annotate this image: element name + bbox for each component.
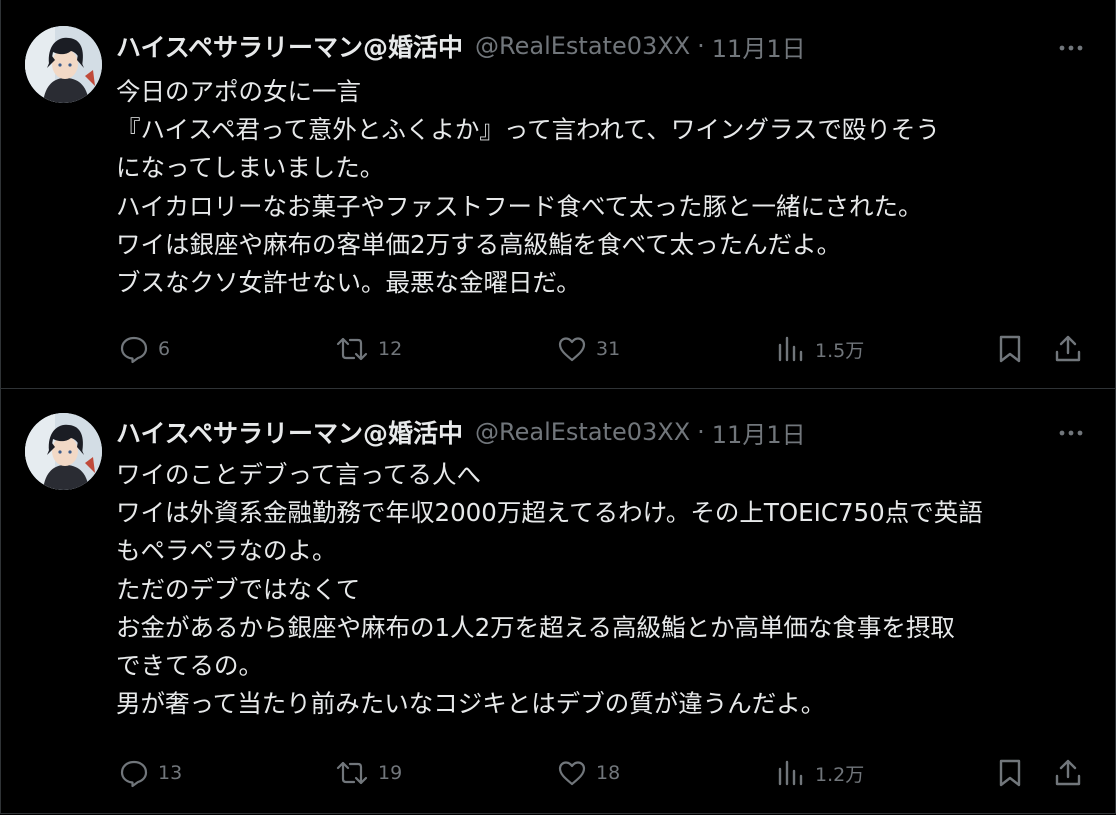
- share-button[interactable]: [1052, 753, 1084, 793]
- tweet-text: 今日のアポの女に一言 『ハイスペ君って意外とふくよか』って言われて、ワイングラス…: [116, 73, 1096, 302]
- retweet-arrows-icon: [336, 337, 368, 361]
- avatar[interactable]: [25, 413, 102, 490]
- display-name[interactable]: ハイスペサラリーマン@婚活中: [116, 28, 463, 64]
- more-horizontal-icon[interactable]: [1056, 33, 1086, 63]
- tweet-header: ハイスペサラリーマン@婚活中 @RealEstate03XX · 11月1日: [116, 28, 806, 64]
- tweet[interactable]: ハイスペサラリーマン@婚活中 @RealEstate03XX · 11月1日 ワ…: [0, 389, 1116, 815]
- like-button[interactable]: 31: [556, 329, 620, 369]
- tweet-text-line: もペラペラなのよ。: [116, 536, 337, 566]
- tweet-actions: 13 19 18 1.2万: [0, 753, 1116, 793]
- user-handle[interactable]: @RealEstate03XX: [475, 418, 690, 446]
- bar-chart-icon: [778, 760, 803, 786]
- view-count: 1.5万: [815, 339, 865, 362]
- tweet-text-line: ワイは外資系金融勤務で年収2000万超えてるわけ。その上TOEIC750点で英語: [116, 498, 983, 528]
- avatar-image: [25, 413, 102, 490]
- tweet-text-line: 今日のアポの女に一言: [116, 77, 361, 106]
- bookmark-icon: [999, 759, 1021, 787]
- heart-icon: [558, 337, 586, 362]
- like-button[interactable]: 18: [556, 753, 620, 793]
- tweet[interactable]: ハイスペサラリーマン@婚活中 @RealEstate03XX · 11月1日 今…: [0, 0, 1116, 389]
- tweet-text-line: ブスなクソ女許せない。最悪な金曜日だ。: [116, 268, 581, 298]
- tweet-text-line: お金があるから銀座や麻布の1人2万を超える高級鮨とか高単価な食事を摂取: [116, 612, 955, 642]
- user-handle[interactable]: @RealEstate03XX: [475, 32, 690, 60]
- reply-count: 13: [158, 762, 183, 784]
- like-count: 18: [596, 762, 621, 784]
- bar-chart-icon: [778, 336, 803, 362]
- separator-dot: ·: [697, 418, 705, 446]
- reply-button[interactable]: 13: [118, 753, 182, 793]
- tweet-text: ワイのことデブって言ってる人へ ワイは外資系金融勤務で年収2000万超えてるわけ…: [116, 456, 1096, 723]
- tweet-actions: 6 12 31 1.5万: [0, 329, 1116, 369]
- tweet-text-line: ワイのことデブって言ってる人へ: [116, 460, 482, 489]
- retweet-button[interactable]: 19: [334, 753, 402, 793]
- avatar[interactable]: [25, 26, 102, 103]
- tweet-text-line: ワイは銀座や麻布の客単価2万する高級鮨を食べて太ったんだよ。: [116, 229, 842, 259]
- speech-bubble-icon: [120, 760, 148, 788]
- heart-icon: [558, 761, 586, 786]
- share-button[interactable]: [1052, 329, 1084, 369]
- tweet-date[interactable]: 11月1日: [712, 29, 806, 64]
- retweet-arrows-icon: [336, 761, 368, 785]
- separator-dot: ·: [697, 32, 705, 60]
- tweet-text-line: ハイカロリーなお菓子やファストフード食べて太った豚と一緒にされた。: [116, 191, 923, 221]
- avatar-image: [25, 26, 102, 103]
- tweet-text-line: できてるの。: [116, 651, 263, 681]
- retweet-count: 12: [378, 338, 403, 360]
- retweet-button[interactable]: 12: [334, 329, 402, 369]
- more-horizontal-icon[interactable]: [1056, 418, 1086, 448]
- bookmark-icon: [999, 335, 1021, 363]
- tweet-text-line: 『ハイスペ君って意外とふくよか』って言われて、ワイングラスで殴りそう: [116, 115, 940, 145]
- views-button[interactable]: 1.2万: [775, 753, 864, 793]
- tweet-text-line: ただのデブではなくて: [116, 574, 361, 604]
- views-button[interactable]: 1.5万: [775, 329, 864, 369]
- bookmark-button[interactable]: [996, 329, 1024, 369]
- view-count: 1.2万: [815, 763, 865, 786]
- like-count: 31: [596, 338, 621, 360]
- tweet-text-line: 男が奢って当たり前みたいなコジキとはデブの質が違うんだよ。: [116, 689, 826, 719]
- reply-count: 6: [158, 338, 171, 360]
- tweet-date[interactable]: 11月1日: [712, 415, 806, 450]
- display-name[interactable]: ハイスペサラリーマン@婚活中: [116, 414, 463, 450]
- reply-button[interactable]: 6: [118, 329, 170, 369]
- tweet-text-line: になってしまいました。: [116, 153, 385, 183]
- share-upload-icon: [1055, 759, 1081, 786]
- bookmark-button[interactable]: [996, 753, 1024, 793]
- speech-bubble-icon: [120, 336, 148, 364]
- share-upload-icon: [1055, 335, 1081, 362]
- retweet-count: 19: [378, 762, 403, 784]
- tweet-header: ハイスペサラリーマン@婚活中 @RealEstate03XX · 11月1日: [116, 414, 806, 450]
